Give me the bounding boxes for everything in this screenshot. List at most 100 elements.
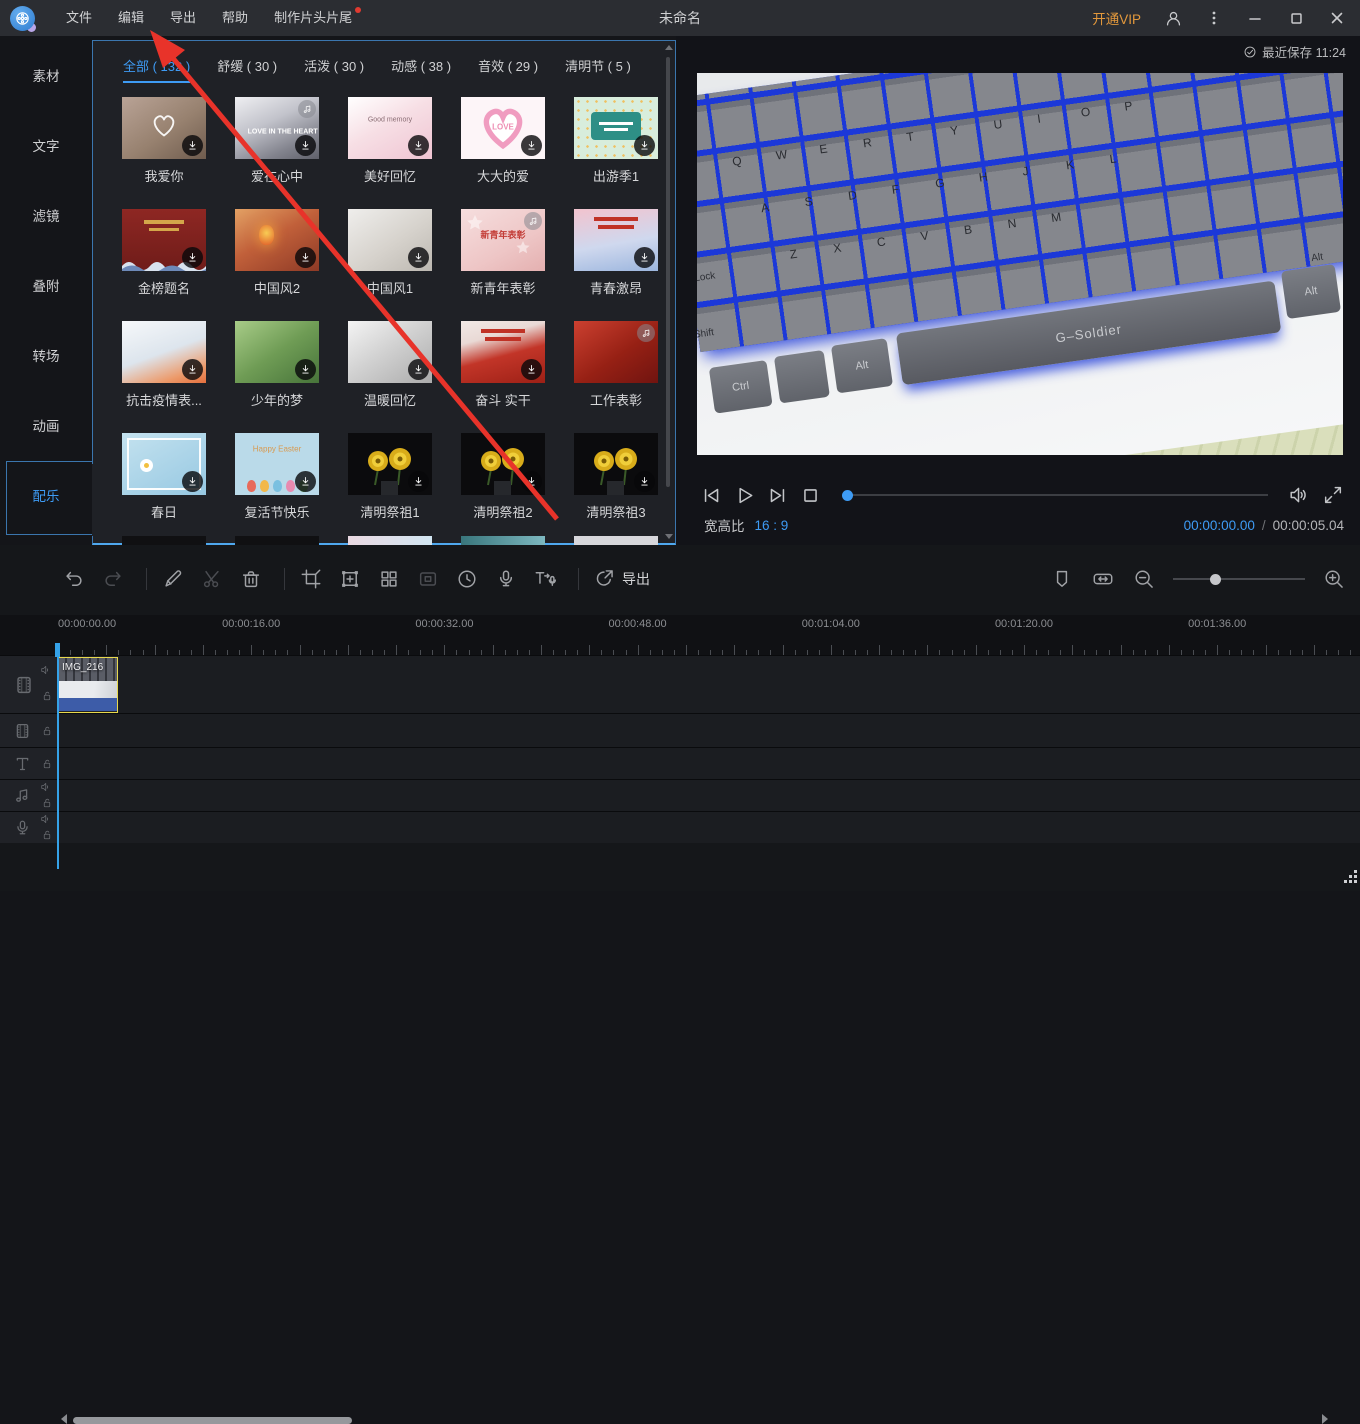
sidebar-item-3[interactable]: 滤镜 <box>0 182 92 252</box>
category-tab[interactable]: 舒缓 ( 30 ) <box>217 56 277 83</box>
voiceover-button[interactable] <box>494 567 518 591</box>
playhead[interactable] <box>57 643 59 869</box>
music-item-thumbnail[interactable] <box>574 433 658 495</box>
scroll-up-icon[interactable] <box>665 45 673 50</box>
download-button[interactable] <box>408 359 429 380</box>
next-frame-button[interactable] <box>764 482 790 508</box>
sidebar-item-1[interactable]: 素材 <box>0 42 92 112</box>
hscroll-right-icon[interactable] <box>1322 1414 1328 1424</box>
music-item[interactable]: LOVE大大的爱 <box>447 97 559 185</box>
download-button[interactable] <box>634 471 655 492</box>
mosaic-button[interactable] <box>377 567 401 591</box>
menu-item[interactable]: 文件 <box>53 0 105 36</box>
music-item-thumbnail[interactable] <box>574 209 658 271</box>
music-item-thumbnail[interactable]: Good memory <box>348 97 432 159</box>
music-item[interactable]: 金榜题名 <box>108 209 220 297</box>
undo-button[interactable] <box>62 567 86 591</box>
timeline-ruler[interactable]: 00:00:00.0000:00:16.0000:00:32.0000:00:4… <box>0 615 1360 655</box>
resize-grip[interactable] <box>1343 869 1358 889</box>
download-button[interactable] <box>295 135 316 156</box>
download-button[interactable] <box>182 471 203 492</box>
sidebar-item-7[interactable]: 配乐 <box>0 462 92 532</box>
scroll-down-icon[interactable] <box>665 534 673 539</box>
sidebar-item-6[interactable]: 动画 <box>0 392 92 462</box>
play-button[interactable] <box>731 482 757 508</box>
music-item[interactable]: Good memory美好回忆 <box>334 97 446 185</box>
music-item-thumbnail[interactable]: LOVE IN THE HEART <box>235 97 319 159</box>
music-item[interactable]: 清明祭祖2 <box>447 433 559 521</box>
category-tab[interactable]: 动感 ( 38 ) <box>391 56 451 83</box>
volume-button[interactable] <box>1286 482 1312 508</box>
delete-button[interactable] <box>239 567 263 591</box>
zoom-out-button[interactable] <box>1132 567 1156 591</box>
maximize-button[interactable] <box>1283 5 1309 31</box>
download-button[interactable] <box>182 247 203 268</box>
download-button[interactable] <box>521 135 542 156</box>
sidebar-item-2[interactable]: 文字 <box>0 112 92 182</box>
category-tab[interactable]: 全部 ( 132 ) <box>123 56 190 83</box>
panel-scrollbar[interactable] <box>664 45 673 539</box>
download-button[interactable] <box>408 135 429 156</box>
music-item[interactable]: 奋斗 实干 <box>447 321 559 409</box>
download-button[interactable] <box>295 247 316 268</box>
music-item-thumbnail[interactable]: 新青年表彰 <box>461 209 545 271</box>
timeline-clip[interactable]: IMG_216 <box>58 657 118 713</box>
video-preview[interactable]: QWERTYUIOPASDFGHJKLZXCVBNMEscTabCaps Loc… <box>697 73 1343 455</box>
kebab-menu-icon[interactable] <box>1201 5 1227 31</box>
edit-button[interactable] <box>161 567 185 591</box>
seek-bar[interactable] <box>844 494 1268 496</box>
music-item[interactable]: 春日 <box>108 433 220 521</box>
download-button[interactable] <box>408 247 429 268</box>
stop-button[interactable] <box>797 482 823 508</box>
menu-item[interactable]: 编辑 <box>105 0 157 36</box>
speaker-icon[interactable] <box>40 781 52 793</box>
hscroll-thumb[interactable] <box>73 1417 352 1424</box>
category-tab[interactable]: 活泼 ( 30 ) <box>304 56 364 83</box>
prev-frame-button[interactable] <box>698 482 724 508</box>
music-item[interactable]: 中国风1 <box>334 209 446 297</box>
minimize-button[interactable] <box>1242 5 1268 31</box>
aspect-value[interactable]: 16 : 9 <box>755 518 789 533</box>
download-button[interactable] <box>182 359 203 380</box>
download-button[interactable] <box>521 471 542 492</box>
category-tab[interactable]: 清明节 ( 5 ) <box>565 56 631 83</box>
download-button[interactable] <box>408 471 429 492</box>
music-item-thumbnail[interactable] <box>461 321 545 383</box>
lock-icon[interactable] <box>41 690 53 702</box>
music-item-thumbnail[interactable] <box>122 97 206 159</box>
music-item[interactable]: 清明祭祖1 <box>334 433 446 521</box>
fullscreen-button[interactable] <box>1320 482 1346 508</box>
music-item[interactable]: 温暖回忆 <box>334 321 446 409</box>
music-item[interactable]: 我爱你 <box>108 97 220 185</box>
music-item[interactable]: 出游季1 <box>560 97 672 185</box>
music-item-thumbnail[interactable] <box>574 97 658 159</box>
zoom-in-button[interactable] <box>1322 567 1346 591</box>
sidebar-item-5[interactable]: 转场 <box>0 322 92 392</box>
music-item[interactable]: 清明祭祖3 <box>560 433 672 521</box>
marker-button[interactable] <box>1050 567 1074 591</box>
lock-icon[interactable] <box>41 829 53 841</box>
download-button[interactable] <box>295 359 316 380</box>
music-item-thumbnail[interactable]: Happy Easter <box>235 433 319 495</box>
lock-icon[interactable] <box>41 725 53 737</box>
vip-button[interactable]: 开通VIP <box>1092 8 1141 28</box>
panel-scrollbar-thumb[interactable] <box>666 57 670 487</box>
close-button[interactable] <box>1324 5 1350 31</box>
lock-icon[interactable] <box>41 797 53 809</box>
sidebar-item-4[interactable]: 叠附 <box>0 252 92 322</box>
crop-button[interactable] <box>299 567 323 591</box>
user-icon[interactable] <box>1160 5 1186 31</box>
music-item[interactable]: 新青年表彰新青年表彰 <box>447 209 559 297</box>
text-to-speech-button[interactable] <box>533 567 557 591</box>
music-item-thumbnail[interactable] <box>461 433 545 495</box>
music-item-thumbnail[interactable] <box>235 321 319 383</box>
music-item-thumbnail[interactable]: LOVE <box>461 97 545 159</box>
download-button[interactable] <box>295 471 316 492</box>
download-button[interactable] <box>521 359 542 380</box>
music-item[interactable]: LOVE IN THE HEART爱在心中 <box>221 97 333 185</box>
download-button[interactable] <box>182 135 203 156</box>
music-item-thumbnail[interactable] <box>122 321 206 383</box>
music-item-thumbnail[interactable] <box>348 321 432 383</box>
hscroll-left-icon[interactable] <box>61 1414 67 1424</box>
music-item[interactable]: 少年的梦 <box>221 321 333 409</box>
